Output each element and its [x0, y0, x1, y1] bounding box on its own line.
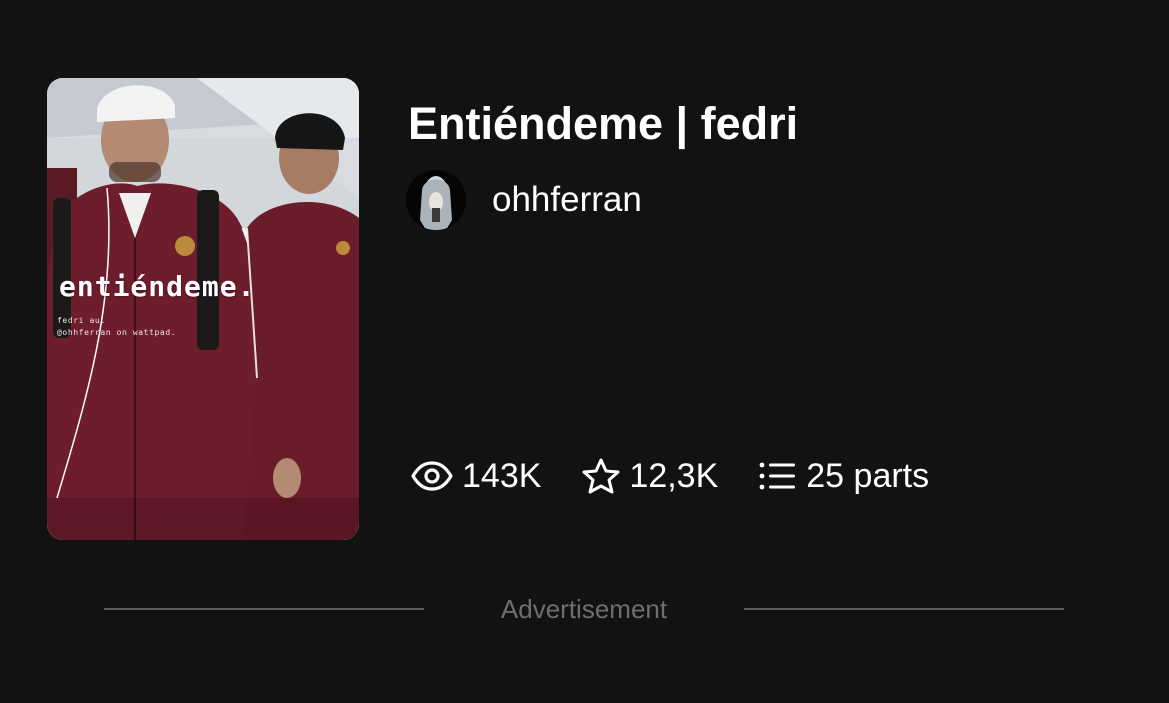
cover-title-text: entiéndeme.: [59, 270, 256, 303]
parts-stat: 25 parts: [758, 457, 929, 496]
parts-count[interactable]: 25 parts: [806, 457, 929, 496]
votes-stat: 12,3K: [581, 457, 718, 496]
story-title: Entiéndeme | fedri: [408, 98, 799, 149]
eye-icon: [410, 460, 454, 492]
story-page: entiéndeme. fedri au. @ohhferran on watt…: [0, 0, 1169, 703]
votes-count: 12,3K: [629, 456, 719, 495]
story-stats: 143K 12,3K 25 parts: [410, 452, 969, 500]
cover-subtitle-line2: @ohhferran on wattpad.: [57, 328, 177, 337]
cover-subtitle-line1: fedri au.: [57, 316, 106, 325]
list-icon: [758, 460, 798, 492]
cover-photo: [47, 78, 359, 540]
reads-count: 143K: [462, 456, 542, 495]
author-username[interactable]: ohhferran: [492, 180, 642, 220]
divider-line-right: [744, 608, 1064, 610]
advertisement-label: Advertisement: [500, 593, 668, 624]
reads-stat: 143K: [410, 457, 541, 496]
star-icon: [581, 457, 621, 495]
story-cover[interactable]: entiéndeme. fedri au. @ohhferran on watt…: [47, 78, 359, 540]
author-link[interactable]: ohhferran: [406, 170, 642, 230]
author-avatar[interactable]: [406, 170, 466, 230]
divider-line-left: [104, 608, 424, 610]
advertisement-divider: Advertisement: [104, 592, 1064, 626]
avatar-image: [406, 170, 466, 230]
